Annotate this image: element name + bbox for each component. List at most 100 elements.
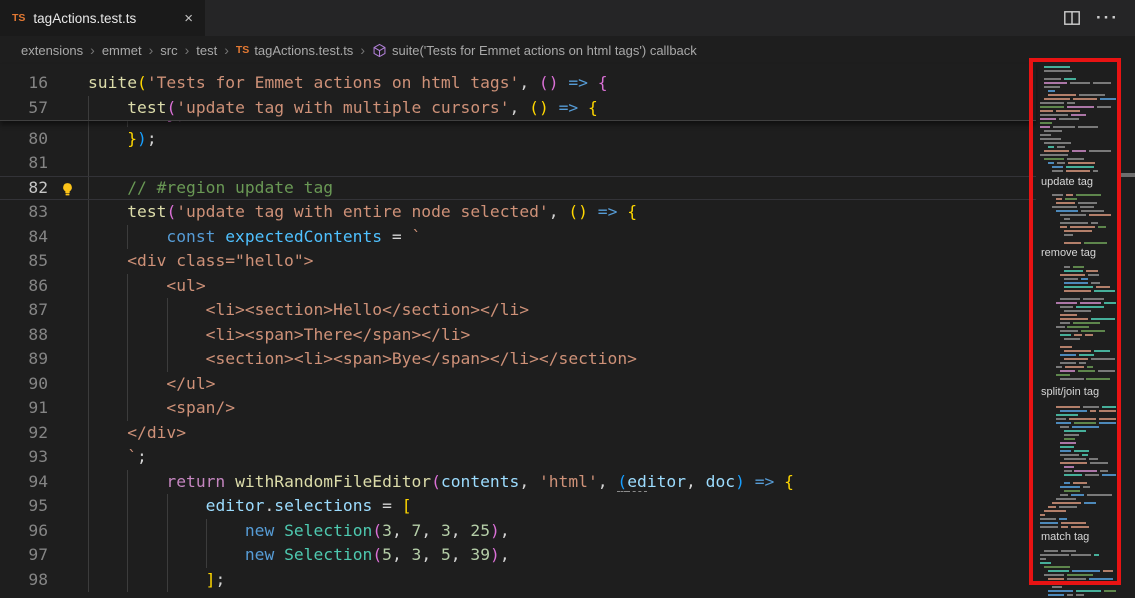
breadcrumb-item[interactable]: suite('Tests for Emmet actions on html t… <box>372 43 697 58</box>
code-line[interactable]: 86 <ul> <box>0 274 1036 299</box>
line-number[interactable]: 16 <box>0 71 48 96</box>
code-text: const expectedContents = ` <box>88 225 421 250</box>
minimap-code-line <box>1093 82 1111 84</box>
breadcrumb-item[interactable]: TStagActions.test.ts <box>236 43 353 58</box>
minimap-code-line <box>1056 210 1078 212</box>
minimap-code-line <box>1061 550 1076 552</box>
line-number[interactable]: 84 <box>0 225 48 250</box>
minimap-code-line <box>1064 434 1079 436</box>
code-line[interactable]: 98 ]; <box>0 568 1036 593</box>
breadcrumb-item[interactable]: emmet <box>102 43 142 58</box>
line-number[interactable]: 88 <box>0 323 48 348</box>
line-number[interactable]: 97 <box>0 543 48 568</box>
minimap-code-line <box>1064 466 1074 468</box>
code-line[interactable]: 91 <span/> <box>0 396 1036 421</box>
line-number[interactable]: 89 <box>0 347 48 372</box>
minimap-code-line <box>1044 98 1070 100</box>
code-line[interactable]: 84 const expectedContents = ` <box>0 225 1036 250</box>
breadcrumb-item[interactable]: src <box>160 43 177 58</box>
breadcrumb-item[interactable]: extensions <box>21 43 83 58</box>
minimap-code-line <box>1064 482 1070 484</box>
code-line[interactable]: 92 </div> <box>0 421 1036 446</box>
code-line[interactable]: 16suite('Tests for Emmet actions on html… <box>0 71 1036 96</box>
minimap[interactable]: update tagremove tagsplit/join tagmatch … <box>1036 64 1121 598</box>
minimap-code-line <box>1085 474 1098 476</box>
close-icon[interactable]: × <box>184 10 193 27</box>
minimap-code-line <box>1071 526 1089 528</box>
line-number[interactable]: 91 <box>0 396 48 421</box>
line-number[interactable]: 92 <box>0 421 48 446</box>
breadcrumb-item[interactable]: test <box>196 43 217 58</box>
code-line[interactable]: 88 <li><span>There</span></li> <box>0 323 1036 348</box>
minimap-code-line <box>1060 298 1080 300</box>
minimap-code-line <box>1066 170 1090 172</box>
line-number[interactable]: 95 <box>0 494 48 519</box>
line-number[interactable]: 87 <box>0 298 48 323</box>
code-line[interactable]: 94 return withRandomFileEditor(contents,… <box>0 470 1036 495</box>
lightbulb-icon[interactable] <box>60 181 75 196</box>
minimap-code-line <box>1068 162 1095 164</box>
code-line[interactable]: 82 // #region update tag <box>0 176 1036 201</box>
minimap-section-label: match tag <box>1041 531 1089 543</box>
minimap-code-line <box>1048 578 1064 580</box>
scrollbar[interactable] <box>1121 64 1135 598</box>
line-number[interactable]: 80 <box>0 127 48 152</box>
line-number[interactable]: 83 <box>0 200 48 225</box>
code-line[interactable]: 80 }); <box>0 127 1036 152</box>
line-number[interactable]: 57 <box>0 96 48 121</box>
split-editor-icon[interactable] <box>1064 11 1080 25</box>
code-line[interactable]: 85 <div class="hello"> <box>0 249 1036 274</box>
minimap-code-line <box>1044 66 1070 68</box>
minimap-code-line <box>1060 486 1080 488</box>
minimap-code-line <box>1052 586 1062 588</box>
code-line[interactable]: 97 new Selection(5, 3, 5, 39), <box>0 543 1036 568</box>
line-number[interactable]: 96 <box>0 519 48 544</box>
line-number[interactable]: 94 <box>0 470 48 495</box>
line-number[interactable]: 85 <box>0 249 48 274</box>
code-line[interactable]: 90 </ul> <box>0 372 1036 397</box>
breadcrumb-separator: › <box>360 42 365 58</box>
code-line[interactable]: 95 editor.selections = [ <box>0 494 1036 519</box>
minimap-code-line <box>1040 102 1064 104</box>
minimap-code-line <box>1072 426 1100 428</box>
code-line[interactable]: 87 <li><section>Hello</section></li> <box>0 298 1036 323</box>
minimap-code-line <box>1060 318 1088 320</box>
minimap-code-line <box>1078 202 1097 204</box>
code-text: <div class="hello"> <box>88 249 313 274</box>
breadcrumb-label: test <box>196 43 217 58</box>
minimap-code-line <box>1040 518 1056 520</box>
minimap-code-line <box>1097 106 1111 108</box>
code-text: test('update tag with entire node select… <box>88 200 637 225</box>
code-editor[interactable]: });80 });8182 // #region update tag83 te… <box>0 64 1135 598</box>
line-number[interactable]: 81 <box>0 151 48 176</box>
code-line[interactable]: 83 test('update tag with entire node sel… <box>0 200 1036 225</box>
code-text: <li><span>There</span></li> <box>88 323 470 348</box>
tab-tagactions-test-ts[interactable]: TS tagActions.test.ts × <box>0 0 205 36</box>
minimap-code-line <box>1081 210 1104 212</box>
code-line[interactable]: 96 new Selection(3, 7, 3, 25), <box>0 519 1036 544</box>
minimap-code-line <box>1091 222 1098 224</box>
minimap-code-line <box>1076 594 1084 596</box>
minimap-code-line <box>1040 126 1050 128</box>
line-number[interactable]: 98 <box>0 568 48 593</box>
minimap-code-line <box>1102 474 1116 476</box>
line-number[interactable]: 93 <box>0 445 48 470</box>
minimap-code-line <box>1099 410 1116 412</box>
code-text: new Selection(5, 3, 5, 39), <box>88 543 510 568</box>
more-actions-icon[interactable]: ··· <box>1096 8 1119 28</box>
indent-guide <box>88 151 89 176</box>
line-number[interactable]: 82 <box>0 177 48 200</box>
line-number[interactable]: 90 <box>0 372 48 397</box>
minimap-code-line <box>1065 198 1077 200</box>
minimap-code-line <box>1098 370 1115 372</box>
minimap-code-line <box>1064 474 1082 476</box>
code-line[interactable]: 57 test('update tag with multiple cursor… <box>0 96 1036 121</box>
minimap-code-line <box>1091 282 1100 284</box>
minimap-code-line <box>1056 302 1077 304</box>
code-line[interactable]: 93 `; <box>0 445 1036 470</box>
code-line[interactable]: 89 <section><li><span>Bye</span></li></s… <box>0 347 1036 372</box>
minimap-code-line <box>1040 514 1045 516</box>
code-line[interactable]: 81 <box>0 151 1036 176</box>
minimap-code-line <box>1056 374 1070 376</box>
line-number[interactable]: 86 <box>0 274 48 299</box>
